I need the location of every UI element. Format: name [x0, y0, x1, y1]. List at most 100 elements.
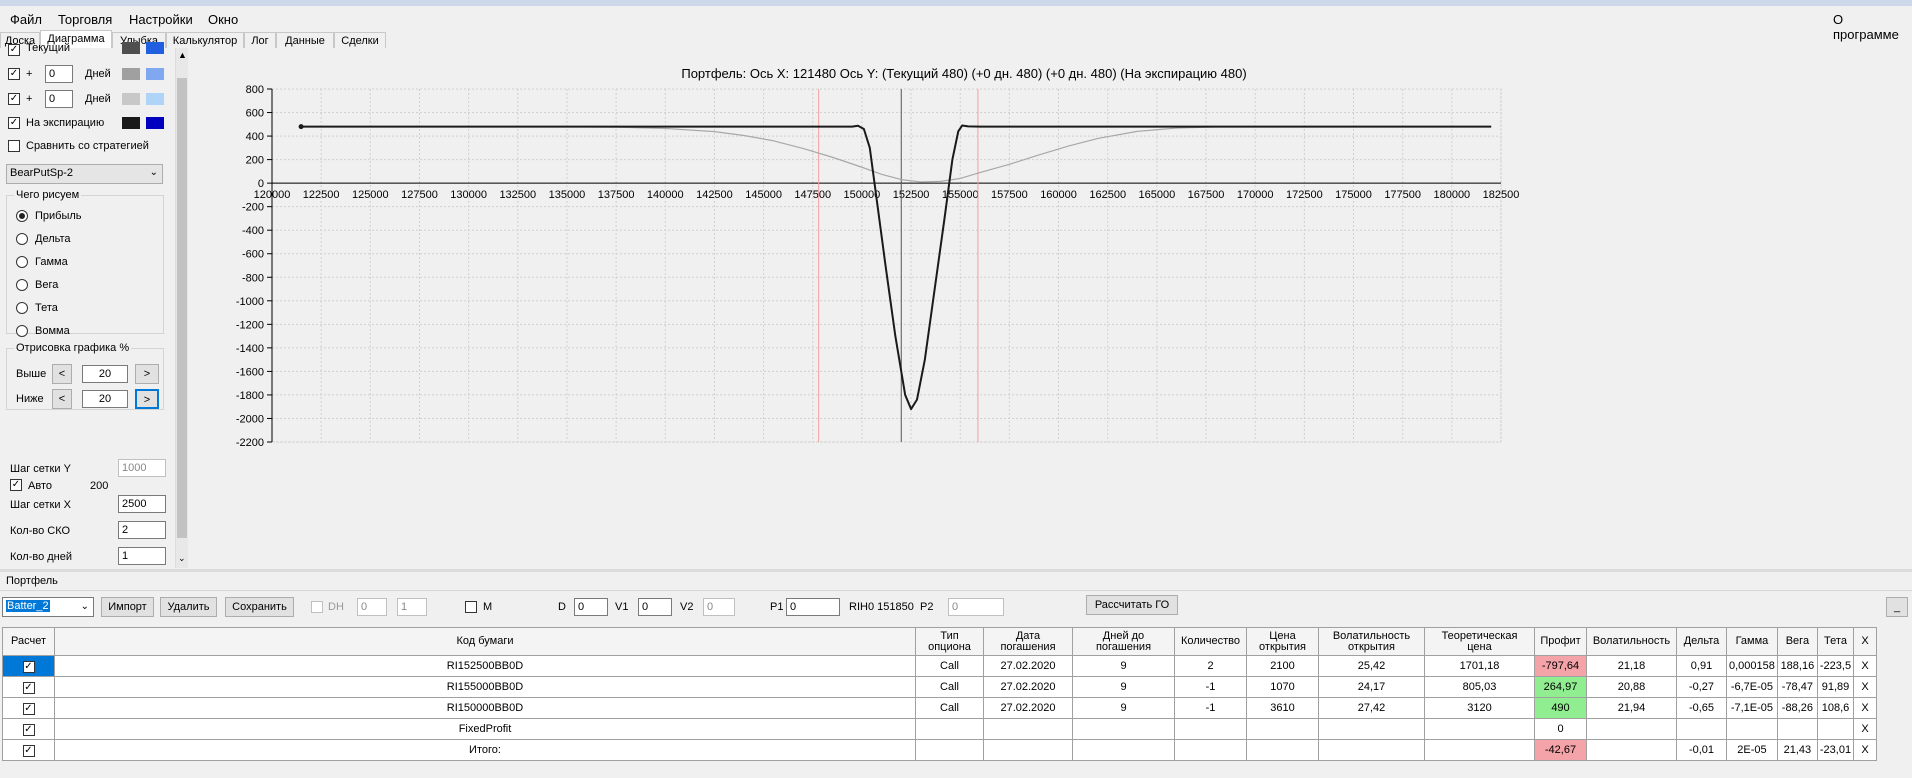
table-cell[interactable]: 24,17 — [1318, 676, 1425, 698]
left-scrollbar[interactable]: ▲ ⌄ — [175, 48, 189, 568]
table-cell[interactable] — [1816, 718, 1855, 740]
menu-about[interactable]: О программе — [1833, 12, 1912, 42]
table-cell[interactable] — [1318, 739, 1425, 761]
calc-checkbox-cell[interactable]: ✓ — [2, 655, 55, 677]
table-cell[interactable]: 108,6 — [1816, 697, 1855, 719]
radio-vega[interactable] — [16, 279, 28, 291]
column-header[interactable]: Волатильность — [1586, 627, 1677, 656]
plus1-days-input[interactable]: 0 — [45, 65, 73, 83]
m-checkbox[interactable] — [465, 601, 477, 613]
calc-go-button[interactable]: Рассчитать ГО — [1086, 595, 1178, 615]
splitter[interactable] — [0, 569, 1912, 572]
table-cell[interactable] — [1246, 718, 1319, 740]
current-color-2[interactable] — [146, 42, 164, 54]
remove-row-button[interactable]: X — [1853, 739, 1878, 761]
table-cell[interactable]: 3610 — [1246, 697, 1319, 719]
table-cell[interactable]: 27.02.2020 — [983, 697, 1073, 719]
table-cell[interactable]: -23,01 — [1816, 739, 1855, 761]
below-decrease-button[interactable]: < — [52, 389, 72, 409]
table-cell[interactable] — [1072, 739, 1175, 761]
current-color-1[interactable] — [122, 42, 140, 54]
minimize-button[interactable]: _ — [1886, 597, 1908, 617]
scroll-up-icon[interactable]: ▲ — [178, 50, 187, 60]
remove-row-button[interactable]: X — [1853, 697, 1878, 719]
expiry-checkbox[interactable]: ✓ — [8, 117, 20, 129]
table-cell[interactable] — [1776, 718, 1818, 740]
table-cell[interactable]: 91,89 — [1816, 676, 1855, 698]
plus2-days-input[interactable]: 0 — [45, 90, 73, 108]
remove-row-button[interactable]: X — [1853, 676, 1878, 698]
calc-checkbox[interactable]: ✓ — [22, 681, 35, 694]
table-cell[interactable]: 1070 — [1246, 676, 1319, 698]
table-cell[interactable]: 0,000158 — [1726, 655, 1778, 677]
table-cell[interactable]: -0,65 — [1676, 697, 1727, 719]
table-cell[interactable]: -6,7E-05 — [1726, 676, 1778, 698]
auto-checkbox[interactable]: ✓ — [10, 479, 22, 491]
table-cell[interactable] — [915, 739, 984, 761]
scroll-thumb[interactable] — [177, 78, 187, 538]
table-cell[interactable]: 9 — [1072, 697, 1175, 719]
v2-input[interactable]: 0 — [703, 598, 735, 616]
table-cell[interactable] — [1586, 739, 1677, 761]
plus1-color-1[interactable] — [122, 68, 140, 80]
calc-checkbox-cell[interactable]: ✓ — [2, 697, 55, 719]
strategy-select[interactable]: BearPutSp-2 ⌄ — [6, 164, 163, 184]
table-cell[interactable]: -1 — [1174, 697, 1247, 719]
menu-settings[interactable]: Настройки — [129, 12, 193, 27]
import-button[interactable]: Импорт — [101, 597, 154, 617]
table-cell[interactable]: 21,43 — [1776, 739, 1818, 761]
table-cell[interactable]: RI155000BB0D — [54, 676, 916, 698]
table-cell[interactable]: Call — [915, 676, 984, 698]
tab-calculator[interactable]: Калькулятор — [166, 32, 244, 48]
below-input[interactable]: 20 — [82, 390, 128, 408]
table-cell[interactable] — [1246, 739, 1319, 761]
radio-profit[interactable] — [16, 210, 28, 222]
table-cell[interactable] — [1424, 739, 1535, 761]
column-header[interactable]: Тета — [1816, 627, 1855, 656]
calc-checkbox[interactable]: ✓ — [22, 702, 35, 715]
calc-checkbox[interactable]: ✓ — [22, 660, 35, 673]
table-cell[interactable]: 21,18 — [1586, 655, 1677, 677]
table-cell[interactable]: 20,88 — [1586, 676, 1677, 698]
table-cell[interactable]: 9 — [1072, 655, 1175, 677]
v1-input[interactable]: 0 — [638, 598, 672, 616]
plus1-checkbox[interactable]: ✓ — [8, 68, 20, 80]
table-cell[interactable]: Call — [915, 655, 984, 677]
above-decrease-button[interactable]: < — [52, 364, 72, 384]
radio-delta[interactable] — [16, 233, 28, 245]
table-cell[interactable]: 27,42 — [1318, 697, 1425, 719]
plus2-color-1[interactable] — [122, 93, 140, 105]
calc-checkbox[interactable]: ✓ — [22, 723, 35, 736]
table-cell[interactable]: Итого: — [54, 739, 916, 761]
table-cell[interactable]: RI150000BB0D — [54, 697, 916, 719]
radio-gamma[interactable] — [16, 256, 28, 268]
grid-x-input[interactable]: 2500 — [118, 495, 166, 513]
column-header[interactable]: Дата погашения — [983, 627, 1073, 656]
p2-input[interactable]: 0 — [948, 598, 1004, 616]
column-header[interactable]: Волатильность открытия — [1318, 627, 1425, 656]
remove-row-button[interactable]: X — [1853, 655, 1878, 677]
calc-checkbox-cell[interactable]: ✓ — [2, 676, 55, 698]
column-header[interactable]: Профит — [1534, 627, 1587, 656]
expiry-color-2[interactable] — [146, 117, 164, 129]
portfolio-select[interactable]: Batter_2 ⌄ — [2, 597, 94, 617]
radio-theta[interactable] — [16, 302, 28, 314]
table-row[interactable]: ✓ RI155000BB0D Call 27.02.2020 9 -1 1070 24,17 8… — [2, 676, 1878, 698]
table-cell[interactable]: 27.02.2020 — [983, 655, 1073, 677]
scroll-down-icon[interactable]: ⌄ — [178, 553, 186, 564]
plus2-checkbox[interactable]: ✓ — [8, 93, 20, 105]
table-cell[interactable]: 1701,18 — [1424, 655, 1535, 677]
table-cell[interactable]: 0 — [1534, 718, 1587, 740]
table-cell[interactable]: 2E-05 — [1726, 739, 1778, 761]
table-cell[interactable]: -78,47 — [1776, 676, 1818, 698]
menu-trading[interactable]: Торговля — [58, 12, 112, 27]
sko-input[interactable]: 2 — [118, 521, 166, 539]
column-header[interactable]: Дней до погашения — [1072, 627, 1175, 656]
table-cell[interactable] — [1072, 718, 1175, 740]
table-cell[interactable]: FixedProfit — [54, 718, 916, 740]
column-header[interactable]: Гамма — [1726, 627, 1778, 656]
table-cell[interactable] — [983, 718, 1073, 740]
days-input[interactable]: 1 — [118, 547, 166, 565]
table-cell[interactable]: 805,03 — [1424, 676, 1535, 698]
above-increase-button[interactable]: > — [135, 364, 159, 384]
